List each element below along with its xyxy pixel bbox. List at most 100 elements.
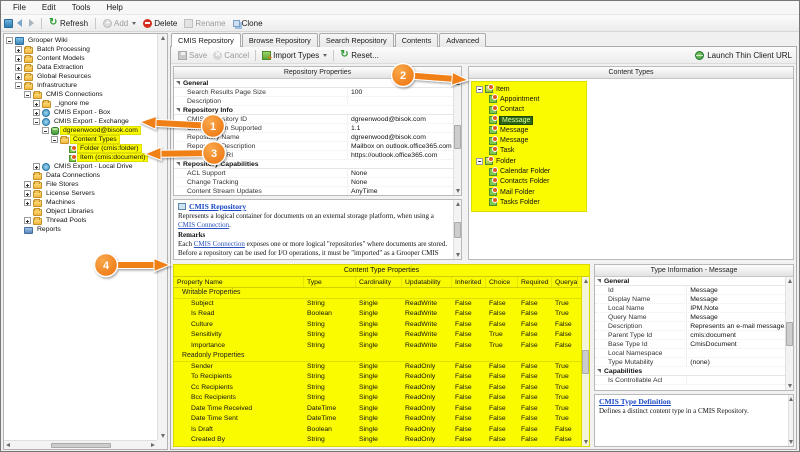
tree-item[interactable]: Infrastructure (6, 81, 157, 90)
property-row[interactable]: Content Stream UpdatesAnyTime (174, 187, 453, 195)
tab-browse-repository[interactable]: Browse Repository (242, 33, 318, 47)
expand-icon[interactable] (24, 190, 31, 197)
tree-item[interactable]: _ignore me (6, 99, 157, 108)
scroll-up-icon[interactable] (161, 36, 165, 40)
content-type-item[interactable]: Appointment (474, 94, 586, 104)
tree-item[interactable]: Reports (6, 225, 157, 234)
property-category[interactable]: Repository Capabilities (174, 160, 453, 169)
content-type-item[interactable]: Message (474, 125, 586, 135)
property-category[interactable]: Capabilities (595, 367, 785, 376)
scrollbar-thumb[interactable] (786, 322, 793, 346)
expand-icon[interactable] (15, 73, 22, 80)
table-row[interactable]: CultureStringSingleReadWriteFalseFalseFa… (174, 320, 581, 331)
cmis-connection-link[interactable]: CMIS Connection (194, 240, 245, 248)
scroll-up-icon[interactable] (456, 202, 460, 206)
table-row[interactable]: Date Time CreatedDateTimeSingleReadOnlyF… (174, 446, 581, 447)
content-type-item[interactable]: Contact (474, 105, 586, 115)
content-type-item[interactable]: Calendar Folder (474, 166, 586, 176)
column-header-updatability[interactable]: Updatability (402, 277, 452, 287)
tree-item[interactable]: Thread Pools (6, 216, 157, 225)
delete-button[interactable]: Delete (140, 18, 180, 29)
scroll-down-icon[interactable] (456, 253, 460, 257)
property-row[interactable]: Base Type IdCmisDocument (595, 340, 785, 349)
tree-item[interactable]: Data Connections (6, 171, 157, 180)
scroll-right-icon[interactable] (151, 443, 155, 447)
tree-item[interactable]: Content Types (6, 135, 157, 144)
expand-icon[interactable] (15, 64, 22, 71)
property-row[interactable]: Local Namespace (595, 349, 785, 358)
table-row[interactable]: Created ByStringSingleReadOnlyFalseFalse… (174, 435, 581, 446)
tree-item[interactable]: Content Models (6, 54, 157, 63)
collapse-icon[interactable] (476, 158, 483, 165)
tree-item[interactable]: CMIS Export - Box (6, 108, 157, 117)
property-category[interactable]: General (595, 277, 785, 286)
tree-horizontal-scrollbar[interactable] (4, 440, 157, 449)
scrollbar-thumb[interactable] (582, 350, 589, 374)
content-type-item[interactable]: Folder (474, 156, 586, 166)
menu-item-file[interactable]: File (5, 1, 34, 14)
expand-icon[interactable] (33, 163, 40, 170)
expand-icon[interactable] (24, 199, 31, 206)
expand-icon[interactable] (33, 100, 40, 107)
add-button[interactable]: Add (100, 18, 139, 29)
expand-icon[interactable] (15, 46, 22, 53)
save-button[interactable]: Save (175, 50, 210, 61)
menu-item-tools[interactable]: Tools (64, 1, 99, 14)
expand-icon[interactable] (24, 181, 31, 188)
property-row[interactable]: Display NameMessage (595, 295, 785, 304)
table-vertical-scrollbar[interactable] (581, 277, 589, 446)
tree-item[interactable]: Item (cmis:document) (6, 153, 157, 162)
column-header-cardinality[interactable]: Cardinality (356, 277, 402, 287)
scroll-down-icon[interactable] (161, 434, 165, 438)
content-type-item[interactable]: Contacts Folder (474, 177, 586, 187)
reset-button[interactable]: Reset... (337, 50, 382, 61)
scroll-up-icon[interactable] (584, 279, 588, 283)
column-header-inherited[interactable]: Inherited (452, 277, 486, 287)
type-information-scrollbar[interactable] (785, 277, 793, 390)
collapse-icon[interactable] (33, 118, 40, 125)
expand-icon[interactable] (24, 217, 31, 224)
cmis-repository-link[interactable]: CMIS Repository (189, 202, 246, 211)
table-row[interactable]: Bcc RecipientsStringSingleReadOnlyFalseF… (174, 393, 581, 404)
collapse-icon[interactable] (6, 37, 13, 44)
property-row[interactable]: DescriptionRepresents an e-mail message.… (595, 322, 785, 331)
scroll-up-icon[interactable] (789, 397, 793, 401)
tree-vertical-scrollbar[interactable] (157, 34, 167, 440)
tree-item[interactable]: CMIS Connections (6, 90, 157, 99)
tree-item[interactable]: File Stores (6, 180, 157, 189)
property-row[interactable]: Is Controllable Acl (595, 376, 785, 385)
menu-item-help[interactable]: Help (98, 1, 130, 14)
expand-icon[interactable] (15, 55, 22, 62)
content-type-item[interactable]: Message (474, 135, 586, 145)
collapse-icon[interactable] (51, 136, 58, 143)
property-row[interactable]: IdMessage (595, 286, 785, 295)
tab-search-repository[interactable]: Search Repository (319, 33, 394, 47)
collapse-icon[interactable] (15, 82, 22, 89)
clone-button[interactable]: Clone (230, 18, 266, 29)
tree-item[interactable]: Grooper Wiki (6, 36, 157, 45)
content-type-item[interactable]: Tasks Folder (474, 197, 586, 207)
column-header-choice[interactable]: Choice (486, 277, 518, 287)
scroll-up-icon[interactable] (456, 81, 460, 85)
collapse-icon[interactable] (24, 91, 31, 98)
collapse-icon[interactable] (42, 127, 49, 134)
tree-item[interactable]: dgreenwood@bisok.com (6, 126, 157, 135)
scrollbar-thumb[interactable] (51, 443, 111, 448)
cmis-connection-link[interactable]: CMIS Connection (178, 221, 229, 229)
scroll-up-icon[interactable] (788, 279, 792, 283)
column-header-required[interactable]: Required (518, 277, 552, 287)
expand-icon[interactable] (33, 109, 40, 116)
table-row[interactable]: SensitivityStringSingleReadWriteFalseTru… (174, 330, 581, 341)
scroll-down-icon[interactable] (788, 384, 792, 388)
repository-properties-scrollbar[interactable] (453, 79, 461, 195)
cmis-type-definition-link[interactable]: CMIS Type Definition (599, 397, 671, 406)
tree-item[interactable]: Batch Processing (6, 45, 157, 54)
column-header-property-name[interactable]: Property Name (174, 277, 304, 287)
scroll-left-icon[interactable] (6, 443, 10, 447)
property-row[interactable]: Search Results Page Size100 (174, 88, 453, 97)
cancel-button[interactable]: Cancel (210, 50, 252, 61)
column-header-queryable[interactable]: Queryable (552, 277, 578, 287)
property-row[interactable]: Repository Namedgreenwood@bisok.com (174, 133, 453, 142)
tree-item[interactable]: Object Libraries (6, 207, 157, 216)
tree-item[interactable]: Data Extraction (6, 63, 157, 72)
